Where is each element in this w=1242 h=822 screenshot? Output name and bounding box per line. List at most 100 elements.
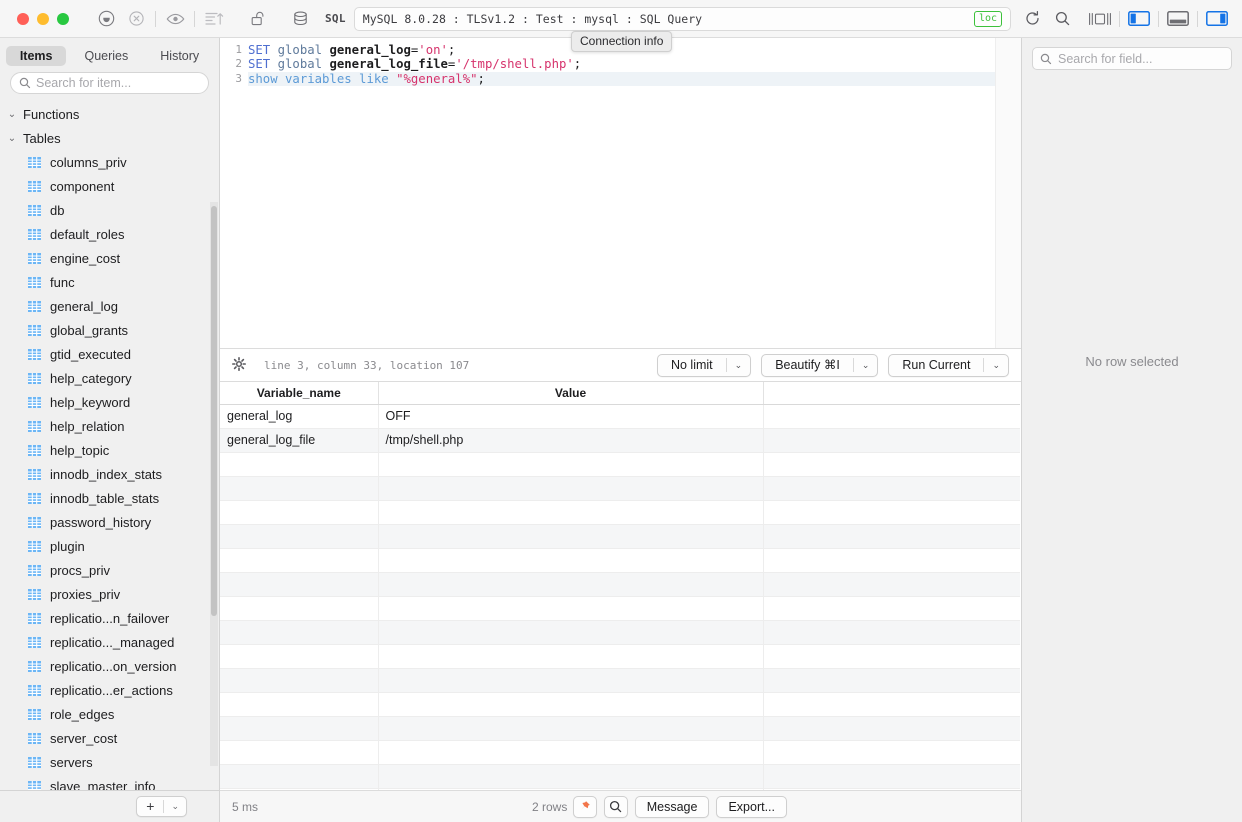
table-row[interactable] (220, 596, 1020, 621)
minimize-window-button[interactable] (37, 12, 49, 25)
database-icon[interactable] (285, 6, 315, 32)
tab-queries[interactable]: Queries (70, 46, 142, 66)
table-cell[interactable] (763, 476, 1020, 501)
tree-item[interactable]: role_edges (0, 702, 219, 726)
sort-lines-icon[interactable] (199, 6, 229, 32)
table-row[interactable] (220, 764, 1020, 789)
chevron-down-icon[interactable]: ⌄ (984, 360, 1008, 371)
table-cell[interactable] (220, 644, 379, 669)
table-row[interactable] (220, 452, 1020, 477)
table-cell[interactable] (220, 692, 379, 717)
sidebar-scrollbar-thumb[interactable] (211, 206, 217, 616)
connection-info-field[interactable]: MySQL 8.0.28 : TLSv1.2 : Test : mysql : … (353, 6, 1011, 31)
tab-items[interactable]: Items (5, 46, 67, 66)
results-grid[interactable]: Variable_name Value general_log OFF general… (220, 382, 1021, 790)
table-cell[interactable] (378, 572, 764, 597)
editor-code[interactable]: SET global general_log='on'; SET global g… (242, 38, 1021, 348)
right-panel-icon[interactable] (1202, 6, 1232, 32)
chevron-down-icon[interactable]: ⌄ (854, 360, 878, 371)
tree-item[interactable]: default_roles (0, 222, 219, 246)
close-window-button[interactable] (17, 12, 29, 25)
table-cell[interactable] (763, 524, 1020, 549)
table-cell[interactable] (378, 644, 764, 669)
zoom-window-button[interactable] (57, 12, 69, 25)
sql-editor[interactable]: 123 SET global general_log='on'; SET glob… (220, 38, 1021, 348)
table-cell[interactable]: general_log (220, 404, 379, 429)
table-row[interactable] (220, 668, 1020, 693)
left-panel-icon[interactable] (1124, 6, 1154, 32)
tree-item[interactable]: plugin (0, 534, 219, 558)
tree-item[interactable]: columns_priv (0, 150, 219, 174)
search-icon[interactable] (1047, 6, 1077, 32)
code-line[interactable]: show variables like "%general%"; (248, 71, 1021, 86)
table-cell[interactable] (378, 596, 764, 621)
object-tree[interactable]: ⌄ Functions ⌄ Tables columns_priv component db… (0, 102, 219, 790)
tree-item[interactable]: replicatio..._managed (0, 630, 219, 654)
stop-cancel-icon[interactable] (121, 6, 151, 32)
bottom-panel-icon[interactable] (1163, 6, 1193, 32)
table-cell[interactable] (763, 500, 1020, 525)
table-cell[interactable] (378, 764, 764, 789)
tree-item[interactable]: procs_priv (0, 558, 219, 582)
table-cell[interactable] (220, 524, 379, 549)
table-cell[interactable] (763, 644, 1020, 669)
eye-icon[interactable] (160, 6, 190, 32)
table-row[interactable] (220, 476, 1020, 501)
tree-item[interactable]: component (0, 174, 219, 198)
table-row[interactable] (220, 740, 1020, 765)
table-cell[interactable]: /tmp/shell.php (378, 428, 764, 453)
tree-item[interactable]: help_keyword (0, 390, 219, 414)
table-cell[interactable]: general_log_file (220, 428, 379, 453)
row-limit-button[interactable]: No limit ⌄ (656, 353, 752, 377)
table-cell[interactable] (763, 764, 1020, 789)
search-input[interactable]: Search for item... (10, 72, 209, 94)
table-cell[interactable] (378, 740, 764, 765)
results-table[interactable]: Variable_name Value general_log OFF general… (220, 382, 1020, 790)
table-cell[interactable] (220, 548, 379, 573)
code-line[interactable]: SET global general_log_file='/tmp/shell.… (248, 57, 1021, 71)
message-button[interactable]: Message (634, 795, 710, 818)
tree-item[interactable]: password_history (0, 510, 219, 534)
table-cell[interactable] (763, 740, 1020, 765)
pin-icon[interactable] (572, 795, 597, 818)
gear-icon[interactable] (232, 356, 246, 374)
chevron-down-icon[interactable]: ⌄ (7, 109, 17, 120)
table-cell[interactable] (378, 668, 764, 693)
tree-item[interactable]: servers (0, 750, 219, 774)
connect-plug-icon[interactable] (91, 6, 121, 32)
table-cell[interactable] (220, 452, 379, 477)
table-cell[interactable] (763, 452, 1020, 477)
unlock-icon[interactable] (243, 6, 273, 32)
table-cell[interactable] (763, 548, 1020, 573)
table-cell[interactable] (378, 476, 764, 501)
tree-item[interactable]: innodb_index_stats (0, 462, 219, 486)
table-cell[interactable] (220, 764, 379, 789)
table-cell[interactable] (220, 500, 379, 525)
beautify-button[interactable]: Beautify ⌘I ⌄ (761, 353, 879, 377)
table-cell[interactable] (378, 524, 764, 549)
table-row[interactable]: general_log OFF (220, 404, 1020, 429)
results-body[interactable]: general_log OFF general_log_file/tmp/shell… (220, 404, 1020, 790)
table-row[interactable] (220, 572, 1020, 597)
table-row[interactable] (220, 620, 1020, 645)
export-button[interactable]: Export... (716, 795, 787, 818)
table-cell[interactable] (378, 620, 764, 645)
tree-item[interactable]: engine_cost (0, 246, 219, 270)
table-cell[interactable] (378, 716, 764, 741)
tree-item[interactable]: general_log (0, 294, 219, 318)
tree-item[interactable]: db (0, 198, 219, 222)
tree-item[interactable]: help_topic (0, 438, 219, 462)
results-column-header[interactable]: Variable_name (220, 382, 379, 405)
table-cell[interactable] (763, 572, 1020, 597)
run-current-button[interactable]: Run Current ⌄ (888, 353, 1009, 377)
table-cell[interactable] (763, 620, 1020, 645)
chevron-down-icon[interactable]: ⌄ (7, 133, 17, 144)
table-row[interactable]: general_log_file/tmp/shell.php (220, 428, 1020, 453)
table-row[interactable] (220, 500, 1020, 525)
tab-history[interactable]: History (146, 46, 213, 66)
table-cell[interactable] (220, 668, 379, 693)
tree-item[interactable]: innodb_table_stats (0, 486, 219, 510)
table-cell[interactable] (763, 668, 1020, 693)
table-row[interactable] (220, 644, 1020, 669)
table-cell[interactable] (220, 740, 379, 765)
